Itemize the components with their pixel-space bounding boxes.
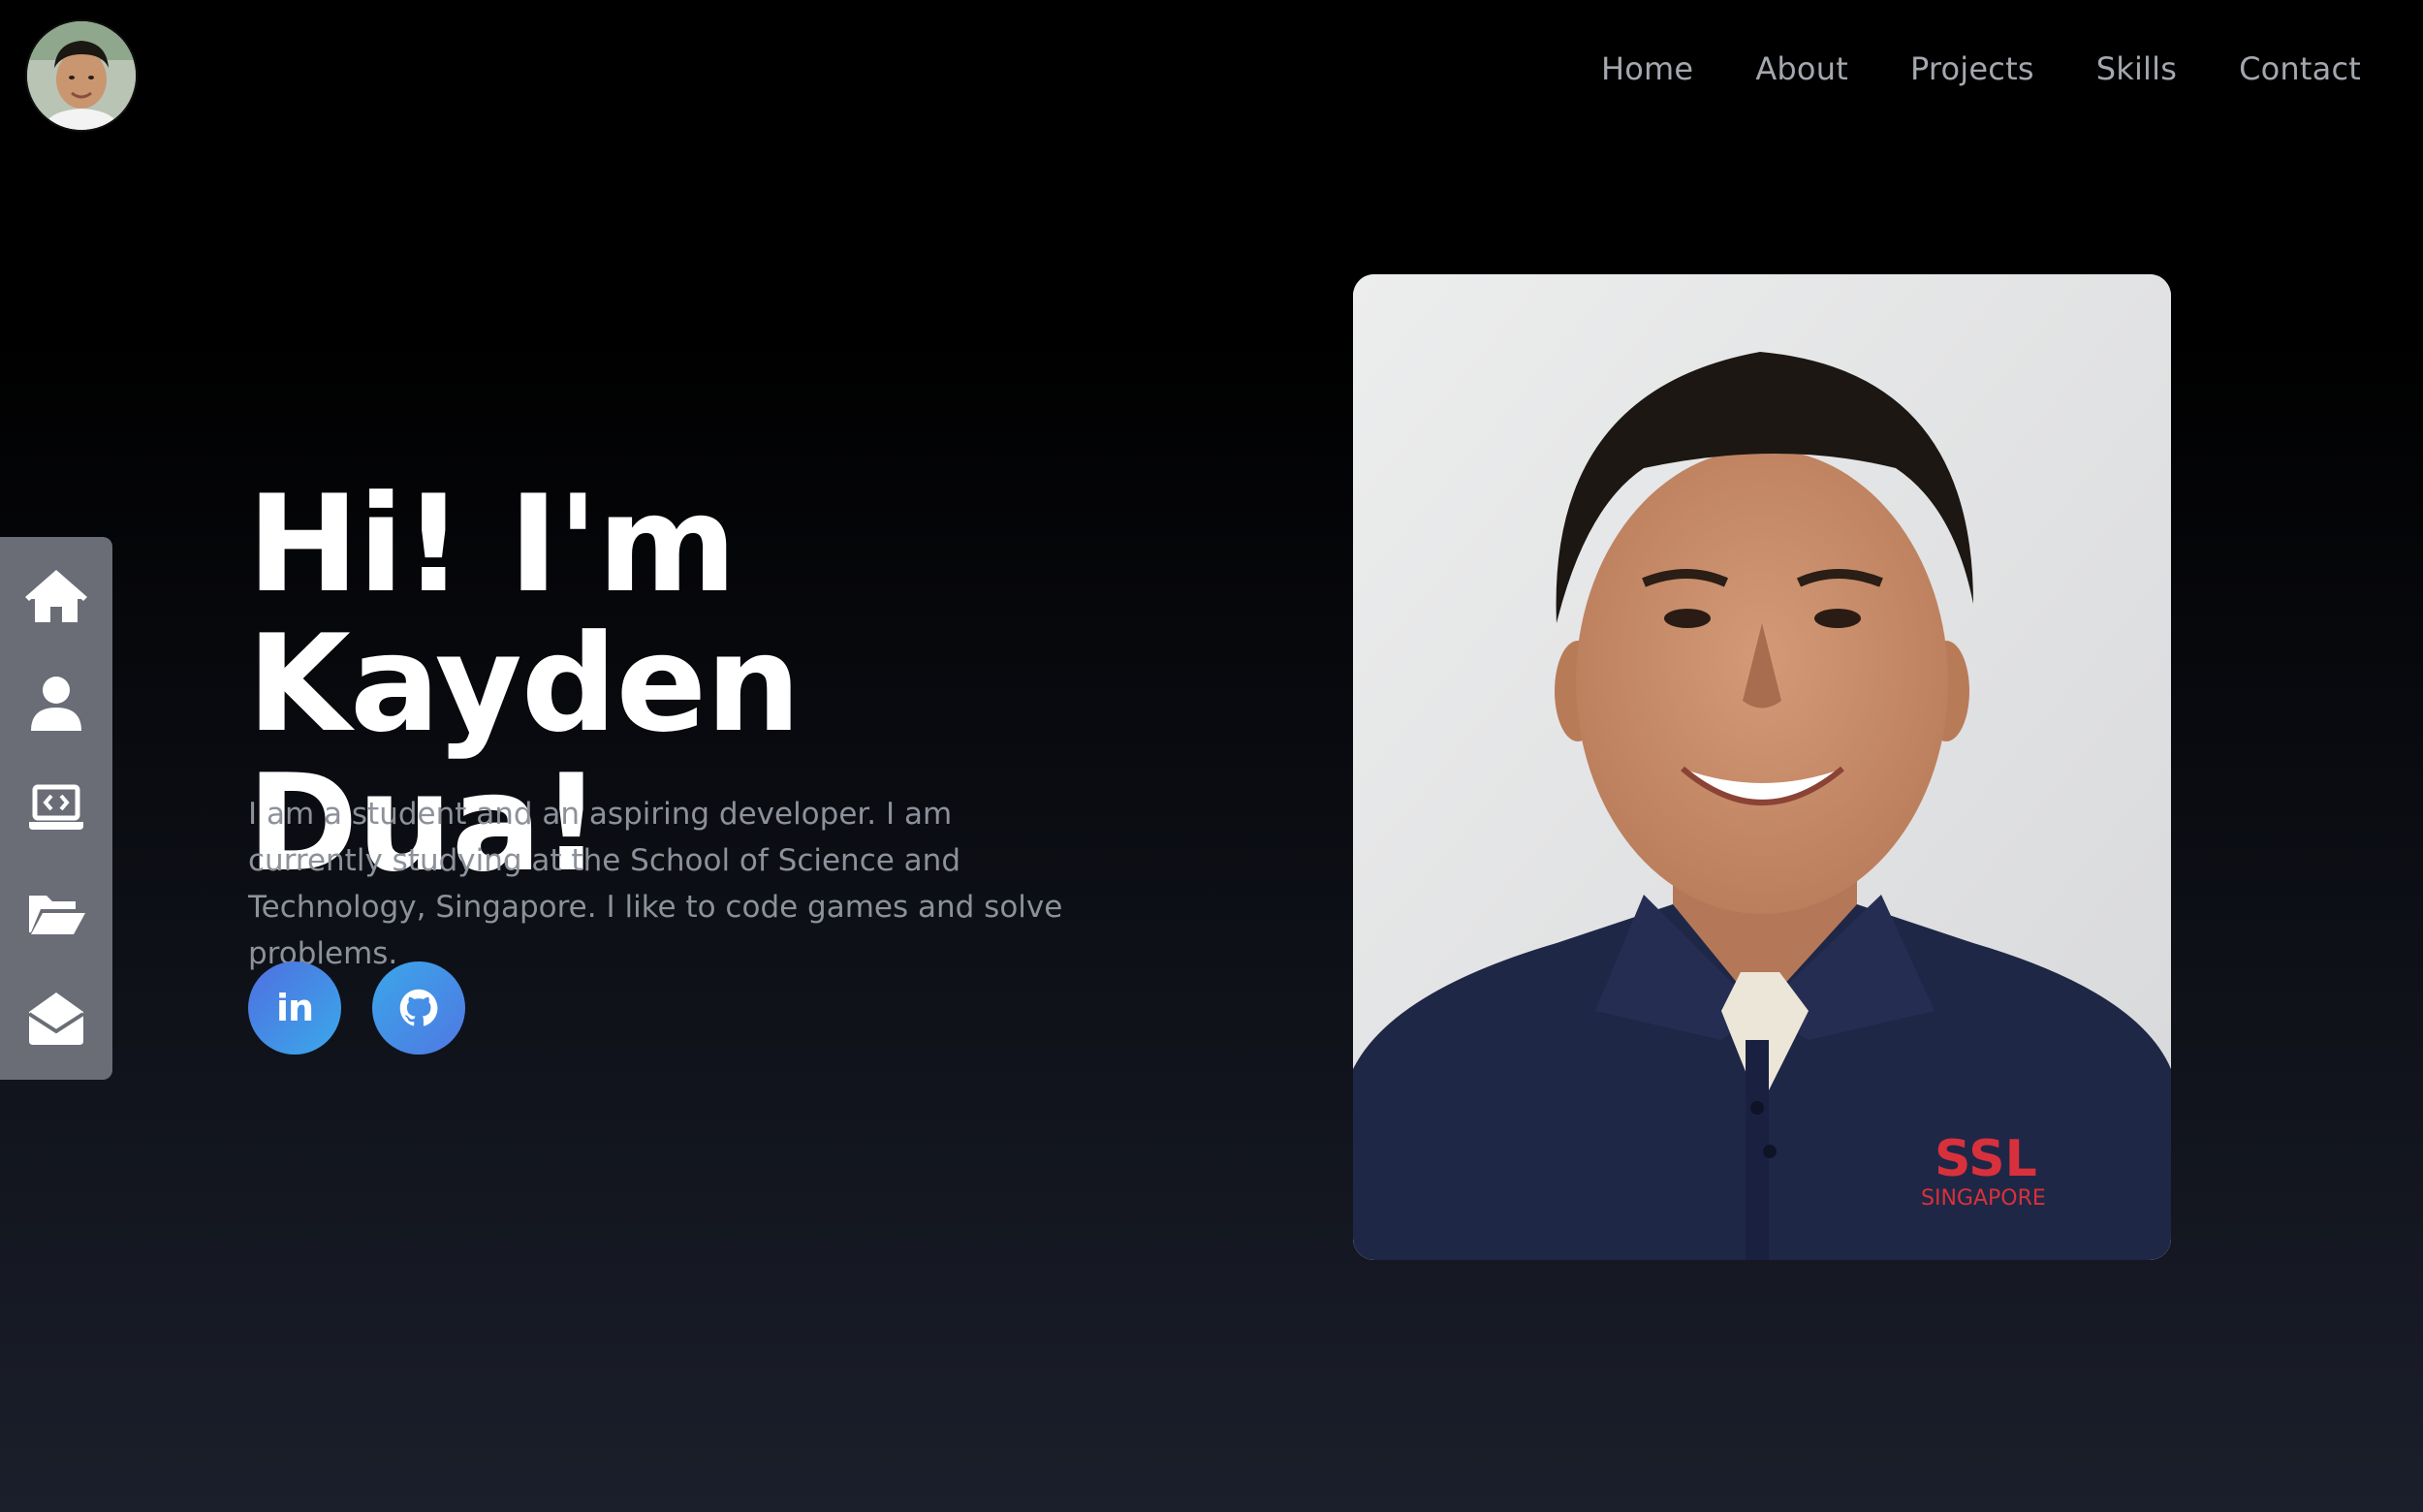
nav-contact-link[interactable]: Contact: [2239, 50, 2361, 87]
github-icon: [399, 989, 438, 1026]
profile-avatar[interactable]: [27, 21, 136, 130]
side-dock: [0, 537, 112, 1080]
profile-portrait: SSL SINGAPORE: [1353, 274, 2171, 1260]
nav-skills-link[interactable]: Skills: [2096, 50, 2177, 87]
top-navbar: Home About Projects Skills Contact: [0, 0, 2423, 155]
dock-skills-button[interactable]: [23, 880, 89, 946]
nav-home-link[interactable]: Home: [1601, 50, 1693, 87]
shirt-logo-main: SSL: [1935, 1130, 2037, 1188]
laptop-code-icon: [29, 784, 83, 830]
github-button[interactable]: [372, 961, 465, 1055]
hero-title-line1: Hi! I'm Kayden: [247, 466, 801, 762]
linkedin-icon: in: [275, 987, 314, 1029]
dock-about-button[interactable]: [23, 671, 89, 737]
main-nav: Home About Projects Skills Contact: [1601, 50, 2361, 87]
linkedin-button[interactable]: in: [248, 961, 341, 1055]
home-icon: [25, 570, 87, 622]
nav-projects-link[interactable]: Projects: [1910, 50, 2034, 87]
hero-description: I am a student and an aspiring developer…: [248, 797, 1063, 971]
folder-open-icon: [29, 896, 85, 934]
dock-projects-button[interactable]: [23, 775, 89, 841]
social-links: in: [248, 961, 465, 1055]
avatar-photo: [27, 21, 136, 130]
shirt-logo-sub: SINGAPORE: [1921, 1186, 2046, 1211]
envelope-open-icon: [27, 992, 85, 1045]
portrait-photo: SSL SINGAPORE: [1353, 274, 2171, 1260]
dock-home-button[interactable]: [23, 566, 89, 632]
dock-contact-button[interactable]: [23, 985, 89, 1051]
user-icon: [31, 677, 81, 731]
nav-about-link[interactable]: About: [1755, 50, 1848, 87]
